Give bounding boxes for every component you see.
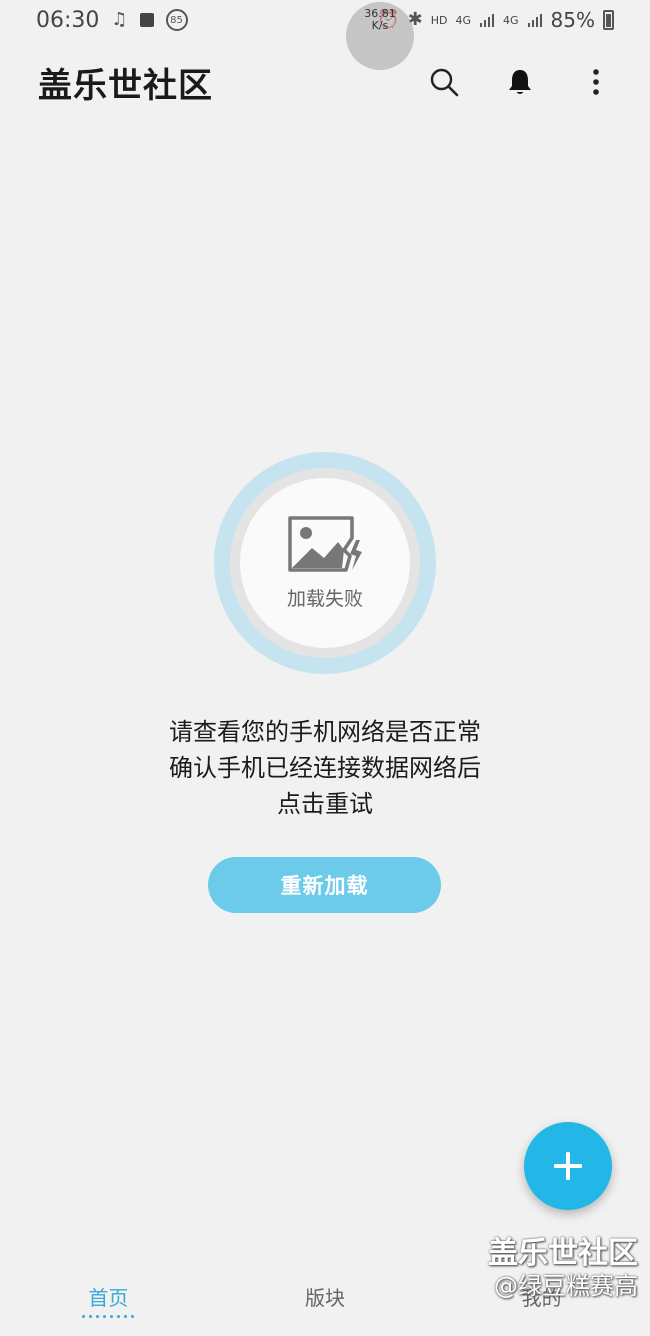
app-bar-actions [428, 66, 612, 98]
app-bar: 盖乐世社区 [0, 50, 650, 114]
watermark: 盖乐世社区 @绿豆糕赛高 [488, 1236, 638, 1301]
nav-item-label: 首页 [88, 1286, 129, 1310]
network-type-2: 4G [503, 13, 519, 27]
load-failed-inner: 加载失败 [240, 478, 410, 648]
error-message-line: 点击重试 [277, 790, 373, 818]
nav-item-label: 版块 [305, 1286, 345, 1310]
nav-item-forums[interactable]: 版块 [217, 1282, 434, 1311]
battery-percent: 85% [550, 8, 595, 32]
load-failed-ring: 加载失败 [230, 468, 420, 658]
music-note-icon: ♫ [111, 9, 128, 30]
notification-badge: 85 [165, 9, 188, 31]
speed-unit: K/s [371, 19, 389, 33]
load-failed-graphic: 加载失败 [214, 452, 436, 674]
search-icon[interactable] [428, 66, 460, 98]
signal-icon [527, 14, 542, 27]
status-bar: 06:30 ♫ 85 ⏰ ✱ HD 4G 4G 85% [0, 0, 650, 40]
hd-indicator: HD [430, 13, 448, 27]
broken-image-icon [288, 515, 362, 572]
load-failed-label: 加载失败 [286, 587, 363, 610]
network-type-1: 4G [455, 13, 472, 27]
status-time: 06:30 [36, 7, 100, 33]
nav-item-home[interactable]: 首页 [0, 1282, 217, 1318]
watermark-title: 盖乐世社区 [488, 1236, 638, 1271]
new-post-fab[interactable] [524, 1122, 612, 1210]
battery-icon [603, 10, 614, 30]
active-indicator [82, 1315, 135, 1318]
reload-button[interactable]: 重新加载 [208, 857, 441, 913]
error-message-line: 请查看您的手机网络是否正常 [169, 718, 481, 746]
error-message-line: 确认手机已经连接数据网络后 [169, 754, 481, 782]
error-message: 请查看您的手机网络是否正常 确认手机已经连接数据网络后 点击重试 [0, 714, 650, 822]
status-bar-left: 06:30 ♫ 85 [36, 8, 188, 33]
app-title: 盖乐世社区 [38, 65, 213, 106]
bell-icon[interactable] [504, 66, 536, 98]
signal-icon [480, 14, 495, 27]
watermark-author: @绿豆糕赛高 [494, 1272, 638, 1300]
stop-icon [139, 13, 154, 27]
more-vert-icon[interactable] [580, 66, 612, 98]
plus-icon [554, 1152, 582, 1180]
